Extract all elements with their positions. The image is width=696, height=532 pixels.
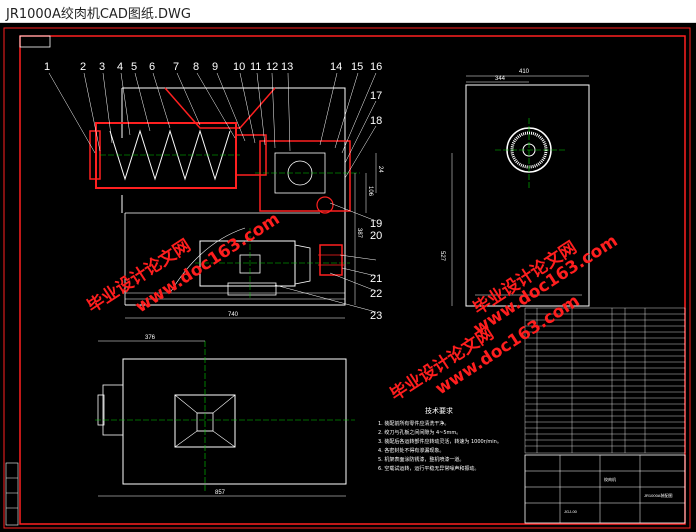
dim-d1: 387 bbox=[356, 228, 362, 239]
technical-requirements: 技术要求 1. 装配前所有零件应清洗干净。 2. 绞刀与孔板之间间隙为 4~5m… bbox=[378, 406, 502, 472]
title-block-name: 绞肉机 bbox=[604, 476, 616, 482]
part-number: 19 bbox=[370, 218, 382, 230]
title-block-drawing: JR1000A装配图 bbox=[644, 492, 672, 498]
part-number: 6 bbox=[149, 61, 155, 73]
part-number: 5 bbox=[131, 61, 137, 73]
part-number: 18 bbox=[370, 115, 382, 127]
note-item: 6. 空载试运转，运行平稳无异常噪声和振动。 bbox=[378, 465, 479, 472]
part-number: 16 bbox=[370, 61, 382, 73]
drawing-canvas[interactable]: 1 2 3 4 5 6 7 8 9 10 11 12 13 14 15 16 1… bbox=[0, 23, 696, 532]
part-number: 14 bbox=[330, 61, 342, 73]
part-number: 2 bbox=[80, 61, 86, 73]
dim-top-width: 410 bbox=[519, 69, 530, 75]
note-item: 5. 机架表面涂防锈漆，整机喷漆一道。 bbox=[378, 456, 464, 463]
part-number: 21 bbox=[370, 273, 382, 285]
dim-d3: 24 bbox=[377, 166, 383, 173]
part-number: 22 bbox=[370, 288, 382, 300]
notes-heading: 技术要求 bbox=[425, 406, 453, 415]
part-number: 7 bbox=[173, 61, 179, 73]
part-number: 10 bbox=[233, 61, 245, 73]
corner-tag bbox=[19, 35, 51, 48]
part-number: 8 bbox=[193, 61, 199, 73]
dim-side-height: 527 bbox=[439, 251, 445, 262]
watermarks: 毕业设计论文网 www.doc163.com 毕业设计论文网 www.doc16… bbox=[83, 209, 621, 405]
title-block-code: JGJ-00 bbox=[564, 509, 578, 514]
note-item: 2. 绞刀与孔板之间间隙为 4~5mm。 bbox=[378, 429, 461, 436]
part-number: 11 bbox=[250, 61, 261, 73]
title-bar: JR1000A绞肉机CAD图纸.DWG bbox=[0, 0, 696, 23]
part-number: 3 bbox=[99, 61, 105, 73]
part-number: 15 bbox=[351, 61, 363, 73]
part-number: 23 bbox=[370, 310, 382, 322]
part-number: 17 bbox=[370, 90, 382, 102]
part-number: 9 bbox=[212, 61, 218, 73]
side-strip bbox=[5, 462, 19, 526]
dim-front-width: 740 bbox=[228, 312, 239, 318]
dim-plan-width: 857 bbox=[215, 490, 226, 496]
note-item: 1. 装配前所有零件应清洗干净。 bbox=[378, 420, 449, 427]
dimension-labels: 740 410 344 527 376 857 387 106 24 bbox=[145, 69, 530, 496]
dim-plan-offset: 376 bbox=[145, 335, 156, 341]
note-item: 3. 装配后各运转部件应转动灵活，转速为 1000r/min。 bbox=[378, 438, 502, 445]
title-block: 绞肉机 JR1000A装配图 JGJ-00 bbox=[524, 454, 686, 524]
part-number: 12 bbox=[266, 61, 278, 73]
plan-view bbox=[95, 340, 355, 497]
leader-lines bbox=[48, 72, 377, 313]
part-number: 4 bbox=[117, 61, 123, 73]
part-number: 1 bbox=[44, 61, 50, 73]
cad-drawing: 1 2 3 4 5 6 7 8 9 10 11 12 13 14 15 16 1… bbox=[3, 27, 691, 529]
part-number: 20 bbox=[370, 230, 382, 242]
note-item: 4. 各密封处不得有渗漏现象。 bbox=[378, 447, 444, 454]
dim-top-inner: 344 bbox=[495, 76, 506, 82]
window-title: JR1000A绞肉机CAD图纸.DWG bbox=[6, 7, 191, 22]
dim-d2: 106 bbox=[367, 186, 373, 197]
part-number: 13 bbox=[281, 61, 293, 73]
